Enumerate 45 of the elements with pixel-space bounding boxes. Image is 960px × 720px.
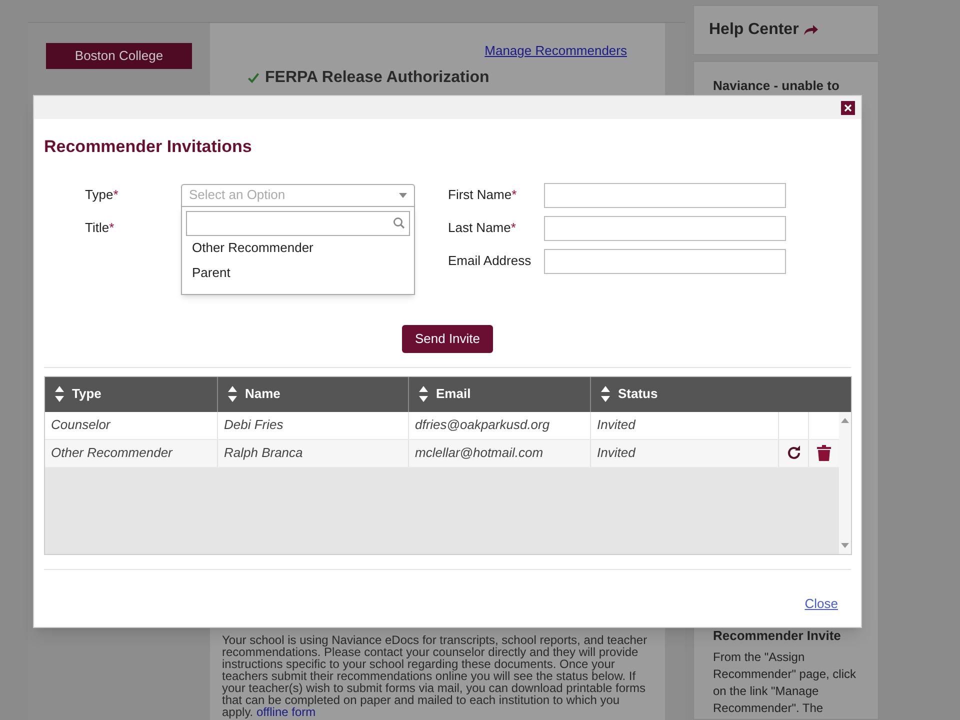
help-center-title: Help Center: [709, 20, 799, 40]
scrollbar[interactable]: [839, 412, 851, 554]
text-field[interactable]: [544, 216, 786, 240]
sort-icon: [55, 386, 64, 402]
scroll-up-icon[interactable]: [841, 418, 849, 422]
table-cell: Other Recommender: [45, 440, 218, 466]
field-label: Last Name*: [448, 219, 517, 238]
help-article-title: Naviance - unable to: [713, 77, 840, 95]
offline-form-link[interactable]: offline form: [256, 705, 316, 719]
field-label: First Name*: [448, 186, 518, 204]
close-link[interactable]: Close: [804, 594, 838, 613]
field-label: Email Address: [448, 252, 532, 270]
dropdown-option[interactable]: Other Recommender: [186, 236, 410, 260]
search-icon: [393, 217, 405, 229]
arrow-icon: [802, 24, 819, 36]
field-label: Type*: [85, 186, 120, 204]
table-cell: Debi Fries: [218, 412, 409, 438]
text-field[interactable]: [544, 248, 786, 274]
refresh-icon[interactable]: [786, 445, 802, 461]
table-cell: Invited: [591, 412, 779, 438]
field-label: Title*: [85, 219, 116, 238]
table-cell: dfries@oakparkusd.org: [409, 412, 591, 438]
sort-icon: [419, 386, 428, 402]
help-topic-title: Recommender Invite: [713, 626, 842, 644]
dropdown-option[interactable]: Parent: [186, 260, 410, 286]
school-button[interactable]: Boston College: [46, 43, 192, 69]
info-paragraph: Your school is using Naviance eDocs for transcripts, school reports, and teacher recommendations. Please contact your counselor directly and they will provide instructions specific to your school regarding these documents. Once your teachers submit their recommendations online you will see the status below. If your teacher(s) wish to submit forms via mail, you can download printable forms that can be completed on paper and mailed to each institution to which you apply. offline form: [222, 634, 648, 720]
search-field[interactable]: [186, 210, 410, 236]
table-cell: Invited: [591, 440, 779, 466]
help-topic-text: From the "Assign Recommender" page, click on the link "Manage Recommender". The: [713, 649, 857, 717]
column-header[interactable]: Status: [591, 376, 851, 412]
manage-recommenders-link[interactable]: Manage Recommenders: [484, 41, 627, 60]
table-cell: mclellar@hotmail.com: [409, 440, 591, 466]
table-cell: Counselor: [45, 412, 218, 438]
section-title: FERPA Release Authorization: [265, 68, 490, 86]
scroll-down-icon[interactable]: [841, 542, 849, 548]
send-invite-button[interactable]: Send Invite: [402, 324, 494, 352]
sort-icon: [228, 386, 237, 402]
trash-icon[interactable]: [817, 445, 831, 461]
sort-icon: [601, 386, 610, 402]
text-field[interactable]: [544, 182, 786, 208]
dialog-title: Recommender Invitations: [43, 136, 253, 158]
table-cell: Ralph Branca: [218, 440, 409, 466]
close-icon[interactable]: [841, 100, 855, 114]
caret-icon: [399, 192, 407, 198]
